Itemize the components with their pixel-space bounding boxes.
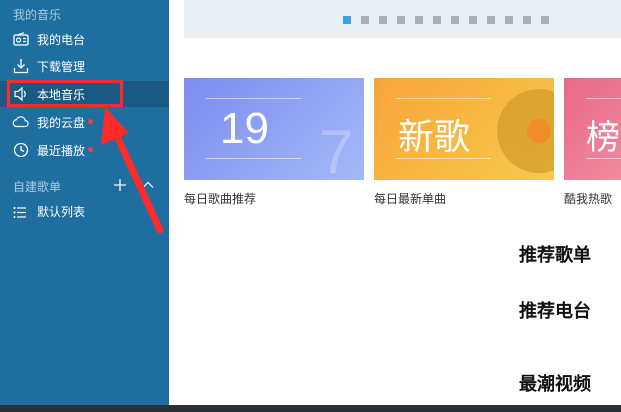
card-divider bbox=[586, 98, 621, 99]
vinyl-record-icon bbox=[497, 89, 554, 173]
sidebar-item-label: 我的云盘 bbox=[37, 116, 86, 130]
sidebar-item-label: 我的电台 bbox=[37, 33, 86, 47]
red-arrow-annotation bbox=[101, 107, 164, 234]
bottom-player-bar bbox=[0, 405, 621, 412]
card-big-text: 19 bbox=[220, 104, 269, 153]
playlist-item-label: 默认列表 bbox=[37, 205, 86, 219]
carousel-dot[interactable] bbox=[397, 16, 405, 24]
svg-text:7: 7 bbox=[319, 118, 353, 180]
playlists-section-title: 自建歌单 bbox=[13, 180, 62, 194]
card-label[interactable]: 酷我热歌 bbox=[564, 190, 612, 207]
card-big-text: 新歌 bbox=[398, 116, 471, 157]
notification-dot bbox=[88, 147, 93, 152]
my-music-section-title: 我的音乐 bbox=[13, 8, 62, 22]
carousel-dot[interactable] bbox=[523, 16, 531, 24]
card-label[interactable]: 每日最新单曲 bbox=[374, 190, 446, 207]
carousel-dot[interactable] bbox=[415, 16, 423, 24]
section-trending-videos: 最潮视频 bbox=[519, 374, 591, 395]
highlight-box bbox=[7, 80, 123, 107]
carousel-dot[interactable] bbox=[487, 16, 495, 24]
card-daily-recommend[interactable]: 7 19 bbox=[184, 78, 364, 180]
clock-icon bbox=[12, 141, 29, 158]
card-hot-chart[interactable]: 榜 bbox=[564, 78, 621, 180]
decorative-seven-icon: 7 bbox=[319, 118, 353, 180]
carousel-dot[interactable] bbox=[469, 16, 477, 24]
sidebar-item-label: 最近播放 bbox=[37, 144, 86, 158]
sidebar-item-label: 下载管理 bbox=[37, 60, 86, 74]
cloud-icon bbox=[12, 113, 29, 130]
download-icon bbox=[12, 57, 29, 74]
radio-icon bbox=[12, 30, 29, 47]
card-label[interactable]: 每日歌曲推荐 bbox=[184, 190, 256, 207]
carousel-dot[interactable] bbox=[451, 16, 459, 24]
carousel-dot[interactable] bbox=[433, 16, 441, 24]
sidebar-item-my-radio[interactable]: 我的电台 bbox=[0, 26, 169, 52]
card-divider bbox=[206, 98, 301, 99]
card-big-text: 榜 bbox=[586, 119, 620, 157]
section-recommend-radio: 推荐电台 bbox=[519, 301, 591, 322]
section-recommend-playlists: 推荐歌单 bbox=[519, 245, 591, 266]
card-new-songs[interactable]: 新歌 bbox=[374, 78, 554, 180]
banner-carousel[interactable] bbox=[184, 0, 621, 38]
carousel-dot[interactable] bbox=[379, 16, 387, 24]
card-divider bbox=[206, 158, 301, 159]
list-icon bbox=[13, 204, 27, 223]
carousel-dot[interactable] bbox=[541, 16, 549, 24]
sidebar-item-download-manager[interactable]: 下载管理 bbox=[0, 53, 169, 79]
main-content: 7 19 每日歌曲推荐 新歌 每日最新单曲 榜 酷我热歌 推荐歌单 推荐电台 最… bbox=[169, 0, 621, 405]
card-divider bbox=[396, 98, 491, 99]
carousel-dot[interactable] bbox=[361, 16, 369, 24]
carousel-dot[interactable] bbox=[505, 16, 513, 24]
notification-dot bbox=[88, 119, 93, 124]
carousel-dot[interactable] bbox=[343, 16, 351, 24]
